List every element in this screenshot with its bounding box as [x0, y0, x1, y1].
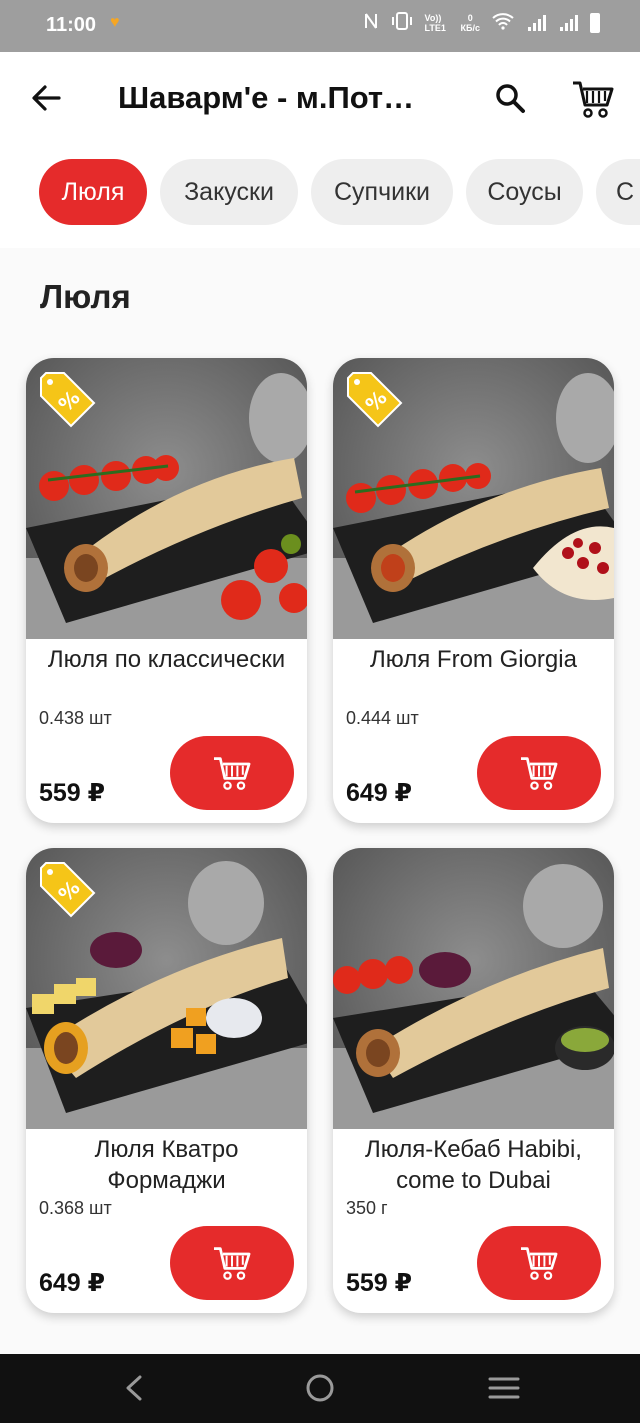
product-price: 559 ₽ [346, 1269, 413, 1297]
add-to-cart-button[interactable] [477, 736, 601, 810]
cart-button[interactable] [568, 74, 618, 124]
back-button[interactable] [24, 76, 68, 120]
add-to-cart-button[interactable] [170, 1226, 294, 1300]
product-price: 559 ₽ [39, 779, 106, 807]
app-bar: Шаварм'е - м.Пот… [0, 52, 640, 148]
product-card[interactable]: % Люля From Giorgia 0.444 шт 649 ₽ [333, 358, 614, 823]
arrow-left-icon [32, 85, 61, 111]
product-price: 649 ₽ [39, 1269, 106, 1297]
chevron-left-icon [126, 1375, 142, 1401]
volte-icon: Vo)) LTE1 [424, 12, 446, 33]
discount-badge-icon: % [40, 862, 96, 918]
product-card[interactable]: Люля-Кебаб Habibi, come to Dubai 350 г 5… [333, 848, 614, 1313]
cart-icon [521, 1247, 558, 1280]
home-circle-icon [306, 1374, 334, 1402]
cart-icon [214, 757, 251, 790]
heart-notification-icon: ♥ [110, 14, 120, 31]
discount-badge-icon: % [40, 372, 96, 428]
net-speed: 0 КБ/с [461, 13, 480, 33]
product-weight: 0.444 шт [346, 708, 419, 728]
page-title: Шаварм'е - м.Пот… [118, 80, 415, 115]
product-weight: 0.368 шт [39, 1198, 112, 1218]
product-card[interactable]: % Люля Кватро Формаджи 0.368 шт 649 ₽ [26, 848, 307, 1313]
product-weight: 350 г [346, 1198, 388, 1218]
chip-sousy[interactable]: Соусы [466, 159, 583, 225]
add-to-cart-button[interactable] [170, 736, 294, 810]
search-icon [496, 84, 525, 113]
cart-icon [521, 757, 558, 790]
chip-next[interactable]: С [596, 159, 640, 225]
nfc-icon [363, 12, 379, 33]
product-name: Люля-Кебаб Habibi, come to Dubai [365, 1136, 582, 1194]
signal-2-icon [558, 13, 578, 33]
status-bar: 11:00 ♥ Vo)) LTE1 0 КБ/с [0, 0, 640, 52]
product-name: Люля по классически [47, 646, 286, 673]
net-speed-unit: КБ/с [460, 22, 480, 33]
status-time: 11:00 [46, 14, 97, 36]
vibrate-icon [391, 12, 413, 33]
nav-home-button[interactable] [300, 1368, 340, 1408]
menu-icon [488, 1377, 520, 1399]
product-price: 649 ₽ [346, 779, 413, 807]
product-photo [333, 848, 614, 1129]
cart-icon [214, 1247, 251, 1280]
nav-menu-button[interactable] [484, 1368, 524, 1408]
product-card[interactable]: % Люля по классически 0.438 шт 559 ₽ [26, 358, 307, 823]
signal-1-icon [526, 13, 546, 33]
chip-supchiki[interactable]: Супчики [311, 159, 453, 225]
category-tabs: Люля Закуски Супчики Соусы С [0, 148, 640, 248]
product-name: Люля From Giorgia [370, 646, 577, 673]
system-nav-bar [0, 1354, 640, 1423]
cart-icon [573, 81, 614, 118]
discount-badge-icon: % [347, 372, 403, 428]
wifi-icon [492, 12, 514, 33]
search-button[interactable] [488, 76, 532, 120]
nav-back-button[interactable] [114, 1368, 154, 1408]
product-weight: 0.438 шт [39, 708, 112, 728]
product-name: Люля Кватро Формаджи [94, 1136, 239, 1194]
chip-lyulya[interactable]: Люля [39, 159, 147, 225]
section-title: Люля [40, 278, 131, 315]
system-icons: Vo)) LTE1 0 КБ/с [363, 12, 600, 33]
battery-icon [590, 12, 600, 33]
net-speed-value: 0 [467, 12, 473, 23]
add-to-cart-button[interactable] [477, 1226, 601, 1300]
chip-zakuski[interactable]: Закуски [160, 159, 298, 225]
